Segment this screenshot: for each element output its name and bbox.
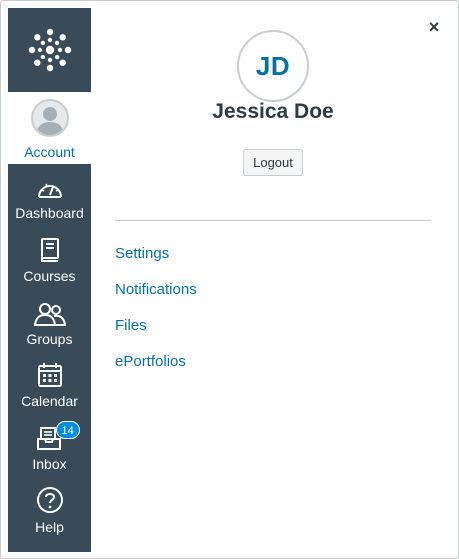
close-tray-button[interactable]: × [425, 18, 443, 36]
nav-item-account[interactable]: Account [8, 92, 91, 164]
account-avatar [30, 99, 69, 137]
nav-label: Calendar [21, 393, 78, 409]
dashboard-icon [37, 183, 62, 198]
nav-label: Dashboard [15, 205, 84, 221]
inbox-unread-badge: 14 [55, 421, 80, 439]
account-links: Settings Notifications Files ePortfolios [115, 244, 197, 388]
nav-label: Groups [26, 331, 73, 347]
settings-link[interactable]: Settings [115, 244, 197, 280]
global-nav: Account Dashboard Courses Groups Calenda… [8, 8, 91, 552]
nav-item-groups[interactable]: Groups [8, 298, 91, 360]
nav-item-dashboard[interactable]: Dashboard [8, 172, 91, 234]
nav-item-inbox[interactable]: 14 Inbox [8, 421, 91, 485]
divider [115, 220, 431, 221]
calendar-icon [37, 363, 62, 387]
nav-label: Courses [23, 268, 76, 284]
nav-label: Inbox [32, 456, 67, 472]
user-silhouette-icon [35, 107, 64, 135]
nav-label: Help [35, 519, 64, 535]
user-initials: JD [255, 50, 291, 81]
nav-item-courses[interactable]: Courses [8, 235, 91, 297]
help-icon [36, 487, 63, 513]
eportfolios-link[interactable]: ePortfolios [115, 352, 197, 388]
groups-icon [33, 303, 66, 326]
files-link[interactable]: Files [115, 316, 197, 352]
close-icon: × [428, 17, 440, 37]
user-name: Jessica Doe [212, 100, 334, 123]
canvas-logo[interactable] [8, 8, 91, 92]
nav-account-label: Account [24, 144, 75, 160]
window-frame: Account Dashboard Courses Groups Calenda… [0, 0, 459, 559]
logout-button[interactable]: Logout [243, 149, 303, 176]
nav-item-calendar[interactable]: Calendar [8, 360, 91, 422]
canvas-logo-icon [28, 28, 71, 72]
user-avatar: JD [237, 30, 309, 102]
nav-item-help[interactable]: Help [8, 486, 91, 548]
courses-icon [40, 238, 59, 262]
notifications-link[interactable]: Notifications [115, 280, 197, 316]
